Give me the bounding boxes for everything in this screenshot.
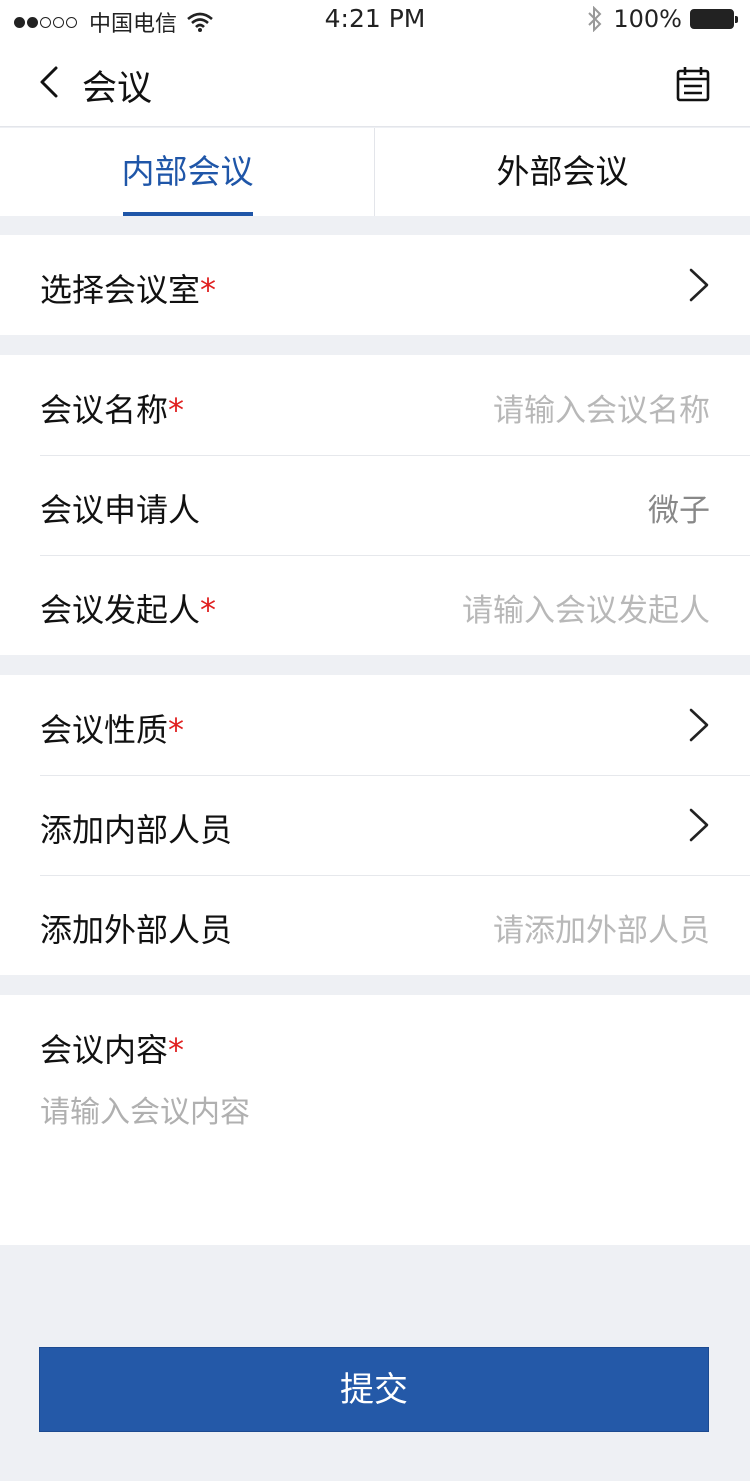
required-mark: * (168, 711, 185, 749)
chevron-right-icon (689, 268, 709, 302)
chevron-right-icon (689, 808, 709, 842)
required-mark: * (200, 271, 217, 309)
meeting-name-input[interactable]: 请输入会议名称 (493, 385, 710, 430)
status-bar: 中国电信 4:21 PM 100% (0, 0, 750, 40)
meeting-initiator-row: 会议发起人* 请输入会议发起人 (0, 555, 750, 655)
meeting-applicant-value: 微子 (648, 493, 710, 529)
add-external-members-label: 添加外部人员 (40, 911, 233, 949)
chevron-right-icon (689, 708, 709, 742)
add-external-members-input[interactable]: 请添加外部人员 (493, 905, 710, 950)
basic-info-group: 会议名称* 请输入会议名称 会议申请人 微子 会议发起人* 请输入会议发起人 (0, 355, 750, 655)
calendar-icon[interactable] (676, 66, 710, 102)
nav-bar: 会议 (0, 40, 750, 127)
tab-divider (374, 128, 375, 216)
meeting-content-textarea[interactable]: 请输入会议内容 (40, 1087, 250, 1131)
select-room-label: 选择会议室* (40, 271, 217, 309)
meeting-applicant-row: 会议申请人 微子 (0, 455, 750, 555)
required-mark: * (200, 591, 217, 629)
back-icon[interactable] (34, 62, 74, 102)
submit-button[interactable]: 提交 (39, 1347, 709, 1432)
add-external-members-row: 添加外部人员 请添加外部人员 (0, 875, 750, 975)
battery-percent: 100% (613, 5, 682, 33)
room-group: 选择会议室* (0, 235, 750, 335)
required-mark: * (168, 1031, 185, 1069)
select-room-row[interactable]: 选择会议室* (0, 235, 750, 335)
meeting-name-label: 会议名称* (40, 391, 185, 429)
tab-internal-meeting[interactable]: 内部会议 (0, 128, 375, 216)
meeting-content-label: 会议内容* (40, 1031, 185, 1069)
add-internal-members-row[interactable]: 添加内部人员 (0, 775, 750, 875)
meeting-initiator-label: 会议发起人* (40, 591, 217, 629)
meeting-content-group: 会议内容* 请输入会议内容 (0, 995, 750, 1245)
add-internal-members-label: 添加内部人员 (40, 811, 233, 849)
meeting-applicant-label: 会议申请人 (40, 491, 201, 529)
tab-external-meeting[interactable]: 外部会议 (375, 128, 750, 216)
page-title: 会议 (82, 69, 153, 109)
participants-group: 会议性质* 添加内部人员 添加外部人员 请添加外部人员 (0, 675, 750, 975)
meeting-type-tabs: 内部会议 外部会议 (0, 128, 750, 216)
status-right: 100% (587, 5, 738, 33)
meeting-name-row: 会议名称* 请输入会议名称 (0, 355, 750, 455)
meeting-initiator-input[interactable]: 请输入会议发起人 (462, 585, 710, 630)
meeting-nature-row[interactable]: 会议性质* (0, 675, 750, 775)
bluetooth-icon (588, 6, 602, 32)
required-mark: * (168, 391, 185, 429)
battery-icon (690, 9, 738, 29)
meeting-nature-label: 会议性质* (40, 711, 185, 749)
